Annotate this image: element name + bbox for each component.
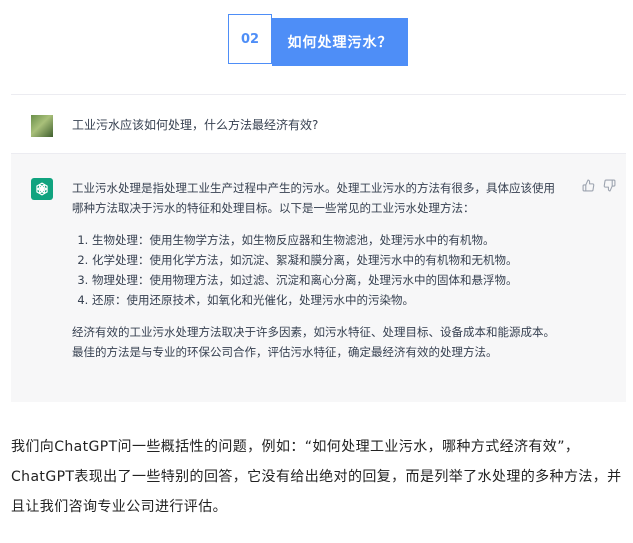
section-title: 如何处理污水？ [272,18,408,66]
list-item: 生物处理：使用生物学方法，如生物反应器和生物滤池，处理污水中的有机物。 [92,230,564,250]
list-item: 物理处理：使用物理方法，如过滤、沉淀和离心分离，处理污水中的固体和悬浮物。 [92,270,564,290]
thumbs-down-icon[interactable] [602,178,616,192]
user-avatar [31,115,53,137]
chatgpt-logo-icon [31,178,53,200]
user-question: 工业污水应该如何处理，什么方法最经济有效? [72,118,319,132]
article-paragraph: 我们向ChatGPT问一些概括性的问题，例如：“如何处理工业污水，哪种方式经济有… [11,439,622,515]
chatgpt-logo-glyph [36,182,48,196]
article-body: 我们向ChatGPT问一些概括性的问题，例如：“如何处理工业污水，哪种方式经济有… [11,432,623,522]
answer-method-list: 生物处理：使用生物学方法，如生物反应器和生物滤池，处理污水中的有机物。 化学处理… [72,230,564,310]
thumbs-up-icon[interactable] [581,178,595,192]
list-item: 化学处理：使用化学方法，如沉淀、絮凝和膜分离，处理污水中的有机物和无机物。 [92,250,564,270]
chat-screenshot: 工业污水应该如何处理，什么方法最经济有效? 工业污水处理是指处理工业生产过程中产… [11,94,626,402]
assistant-answer: 工业污水处理是指处理工业生产过程中产生的污水。处理工业污水的方法有很多，具体应该… [72,178,564,362]
answer-intro: 工业污水处理是指处理工业生产过程中产生的污水。处理工业污水的方法有很多，具体应该… [72,181,555,215]
section-header: 02 如何处理污水？ [228,14,408,66]
answer-conclusion: 经济有效的工业污水处理方法取决于许多因素，如污水特征、处理目标、设备成本和能源成… [72,325,555,359]
list-item: 还原：使用还原技术，如氧化和光催化，处理污水中的污染物。 [92,290,564,310]
section-number: 02 [228,14,272,64]
user-message-row: 工业污水应该如何处理，什么方法最经济有效? [11,94,626,154]
